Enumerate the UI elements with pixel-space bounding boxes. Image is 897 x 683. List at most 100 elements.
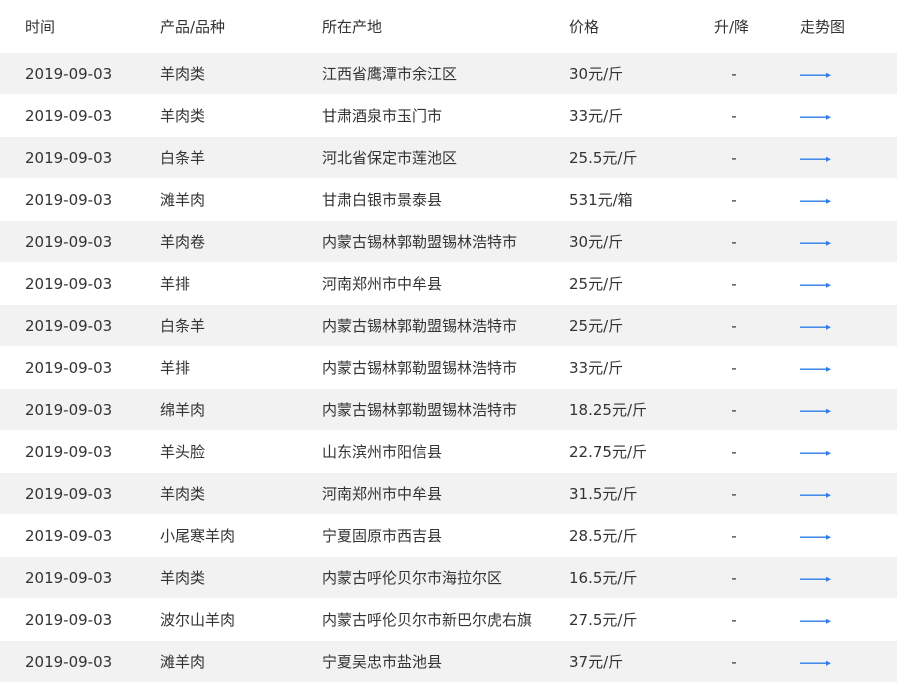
cell-change: - (731, 400, 737, 419)
table-row: 2019-09-03 羊肉卷 内蒙古锡林郭勒盟锡林浩特市 30元/斤 - (0, 221, 897, 263)
cell-date: 2019-09-03 (25, 358, 113, 377)
trend-arrow-icon[interactable] (800, 408, 832, 414)
cell-product: 羊肉类 (160, 106, 206, 125)
cell-price: 25.5元/斤 (569, 148, 638, 167)
cell-product: 绵羊肉 (160, 400, 206, 419)
cell-product: 羊头脸 (160, 442, 206, 461)
cell-product: 滩羊肉 (160, 190, 206, 209)
cell-date: 2019-09-03 (25, 484, 113, 503)
cell-date: 2019-09-03 (25, 568, 113, 587)
cell-price: 31.5元/斤 (569, 484, 638, 503)
cell-date: 2019-09-03 (25, 274, 113, 293)
cell-price: 37元/斤 (569, 652, 624, 671)
cell-change: - (731, 106, 737, 125)
cell-location: 内蒙古呼伦贝尔市新巴尔虎右旗 (322, 610, 533, 629)
table-row: 2019-09-03 绵羊肉 内蒙古锡林郭勒盟锡林浩特市 18.25元/斤 - (0, 389, 897, 431)
trend-arrow-icon[interactable] (800, 282, 832, 288)
cell-change: - (731, 232, 737, 251)
cell-location: 江西省鹰潭市余江区 (322, 64, 458, 83)
cell-product: 波尔山羊肉 (160, 610, 236, 629)
cell-price: 22.75元/斤 (569, 442, 647, 461)
cell-price: 18.25元/斤 (569, 400, 647, 419)
cell-date: 2019-09-03 (25, 148, 113, 167)
cell-location: 内蒙古锡林郭勒盟锡林浩特市 (322, 316, 518, 335)
cell-price: 30元/斤 (569, 64, 624, 83)
cell-date: 2019-09-03 (25, 316, 113, 335)
cell-date: 2019-09-03 (25, 106, 113, 125)
trend-arrow-icon[interactable] (800, 198, 832, 204)
cell-location: 宁夏固原市西吉县 (322, 526, 443, 545)
table-row: 2019-09-03 羊肉类 江西省鹰潭市余江区 30元/斤 - (0, 53, 897, 95)
table-row: 2019-09-03 白条羊 河北省保定市莲池区 25.5元/斤 - (0, 137, 897, 179)
cell-date: 2019-09-03 (25, 526, 113, 545)
header-change: 升/降 (714, 17, 750, 36)
cell-change: - (731, 148, 737, 167)
cell-location: 内蒙古锡林郭勒盟锡林浩特市 (322, 400, 518, 419)
cell-change: - (731, 64, 737, 83)
table-body: 2019-09-03 羊肉类 江西省鹰潭市余江区 30元/斤 - 2019-09-03 羊肉… (0, 53, 897, 683)
trend-arrow-icon[interactable] (800, 660, 832, 666)
trend-arrow-icon[interactable] (800, 240, 832, 246)
cell-location: 河北省保定市莲池区 (322, 148, 458, 167)
header-date: 时间 (25, 17, 56, 36)
table-row: 2019-09-03 小尾寒羊肉 宁夏固原市西吉县 28.5元/斤 - (0, 515, 897, 557)
cell-location: 河南郑州市中牟县 (322, 484, 443, 503)
price-table: 时间 产品/品种 所在产地 价格 升/降 走势图 2019-09-03 羊肉类 江西… (0, 0, 897, 683)
trend-arrow-icon[interactable] (800, 576, 832, 582)
table-row: 2019-09-03 羊排 内蒙古锡林郭勒盟锡林浩特市 33元/斤 - (0, 347, 897, 389)
trend-arrow-icon[interactable] (800, 618, 832, 624)
cell-product: 羊排 (160, 274, 191, 293)
cell-change: - (731, 610, 737, 629)
cell-date: 2019-09-03 (25, 232, 113, 251)
cell-change: - (731, 316, 737, 335)
header-price: 价格 (569, 17, 600, 36)
cell-change: - (731, 358, 737, 377)
cell-product: 羊肉类 (160, 484, 206, 503)
cell-price: 27.5元/斤 (569, 610, 638, 629)
trend-arrow-icon[interactable] (800, 450, 832, 456)
cell-product: 羊肉卷 (160, 232, 206, 251)
cell-date: 2019-09-03 (25, 652, 113, 671)
cell-price: 16.5元/斤 (569, 568, 638, 587)
trend-arrow-icon[interactable] (800, 492, 832, 498)
table-row: 2019-09-03 滩羊肉 甘肃白银市景泰县 531元/箱 - (0, 179, 897, 221)
cell-product: 白条羊 (160, 316, 206, 335)
cell-price: 30元/斤 (569, 232, 624, 251)
table-header: 时间 产品/品种 所在产地 价格 升/降 走势图 (0, 0, 897, 53)
cell-location: 甘肃酒泉市玉门市 (322, 106, 443, 125)
cell-change: - (731, 442, 737, 461)
cell-price: 28.5元/斤 (569, 526, 638, 545)
cell-date: 2019-09-03 (25, 64, 113, 83)
cell-price: 25元/斤 (569, 316, 624, 335)
cell-product: 羊肉类 (160, 64, 206, 83)
table-row: 2019-09-03 白条羊 内蒙古锡林郭勒盟锡林浩特市 25元/斤 - (0, 305, 897, 347)
trend-arrow-icon[interactable] (800, 72, 832, 78)
cell-product: 羊肉类 (160, 568, 206, 587)
trend-arrow-icon[interactable] (800, 366, 832, 372)
cell-location: 宁夏吴忠市盐池县 (322, 652, 443, 671)
cell-product: 羊排 (160, 358, 191, 377)
cell-location: 河南郑州市中牟县 (322, 274, 443, 293)
cell-price: 531元/箱 (569, 190, 633, 209)
cell-change: - (731, 652, 737, 671)
cell-product: 滩羊肉 (160, 652, 206, 671)
table-row: 2019-09-03 羊头脸 山东滨州市阳信县 22.75元/斤 - (0, 431, 897, 473)
cell-location: 内蒙古呼伦贝尔市海拉尔区 (322, 568, 503, 587)
cell-location: 甘肃白银市景泰县 (322, 190, 443, 209)
cell-change: - (731, 526, 737, 545)
cell-date: 2019-09-03 (25, 442, 113, 461)
table-row: 2019-09-03 羊肉类 河南郑州市中牟县 31.5元/斤 - (0, 473, 897, 515)
header-location: 所在产地 (322, 17, 383, 36)
trend-arrow-icon[interactable] (800, 534, 832, 540)
table-row: 2019-09-03 羊肉类 甘肃酒泉市玉门市 33元/斤 - (0, 95, 897, 137)
trend-arrow-icon[interactable] (800, 156, 832, 162)
trend-arrow-icon[interactable] (800, 324, 832, 330)
trend-arrow-icon[interactable] (800, 114, 832, 120)
cell-price: 25元/斤 (569, 274, 624, 293)
cell-change: - (731, 274, 737, 293)
cell-location: 内蒙古锡林郭勒盟锡林浩特市 (322, 358, 518, 377)
header-product: 产品/品种 (160, 17, 226, 36)
table-row: 2019-09-03 羊肉类 内蒙古呼伦贝尔市海拉尔区 16.5元/斤 - (0, 557, 897, 599)
cell-product: 白条羊 (160, 148, 206, 167)
table-row: 2019-09-03 波尔山羊肉 内蒙古呼伦贝尔市新巴尔虎右旗 27.5元/斤 - (0, 599, 897, 641)
